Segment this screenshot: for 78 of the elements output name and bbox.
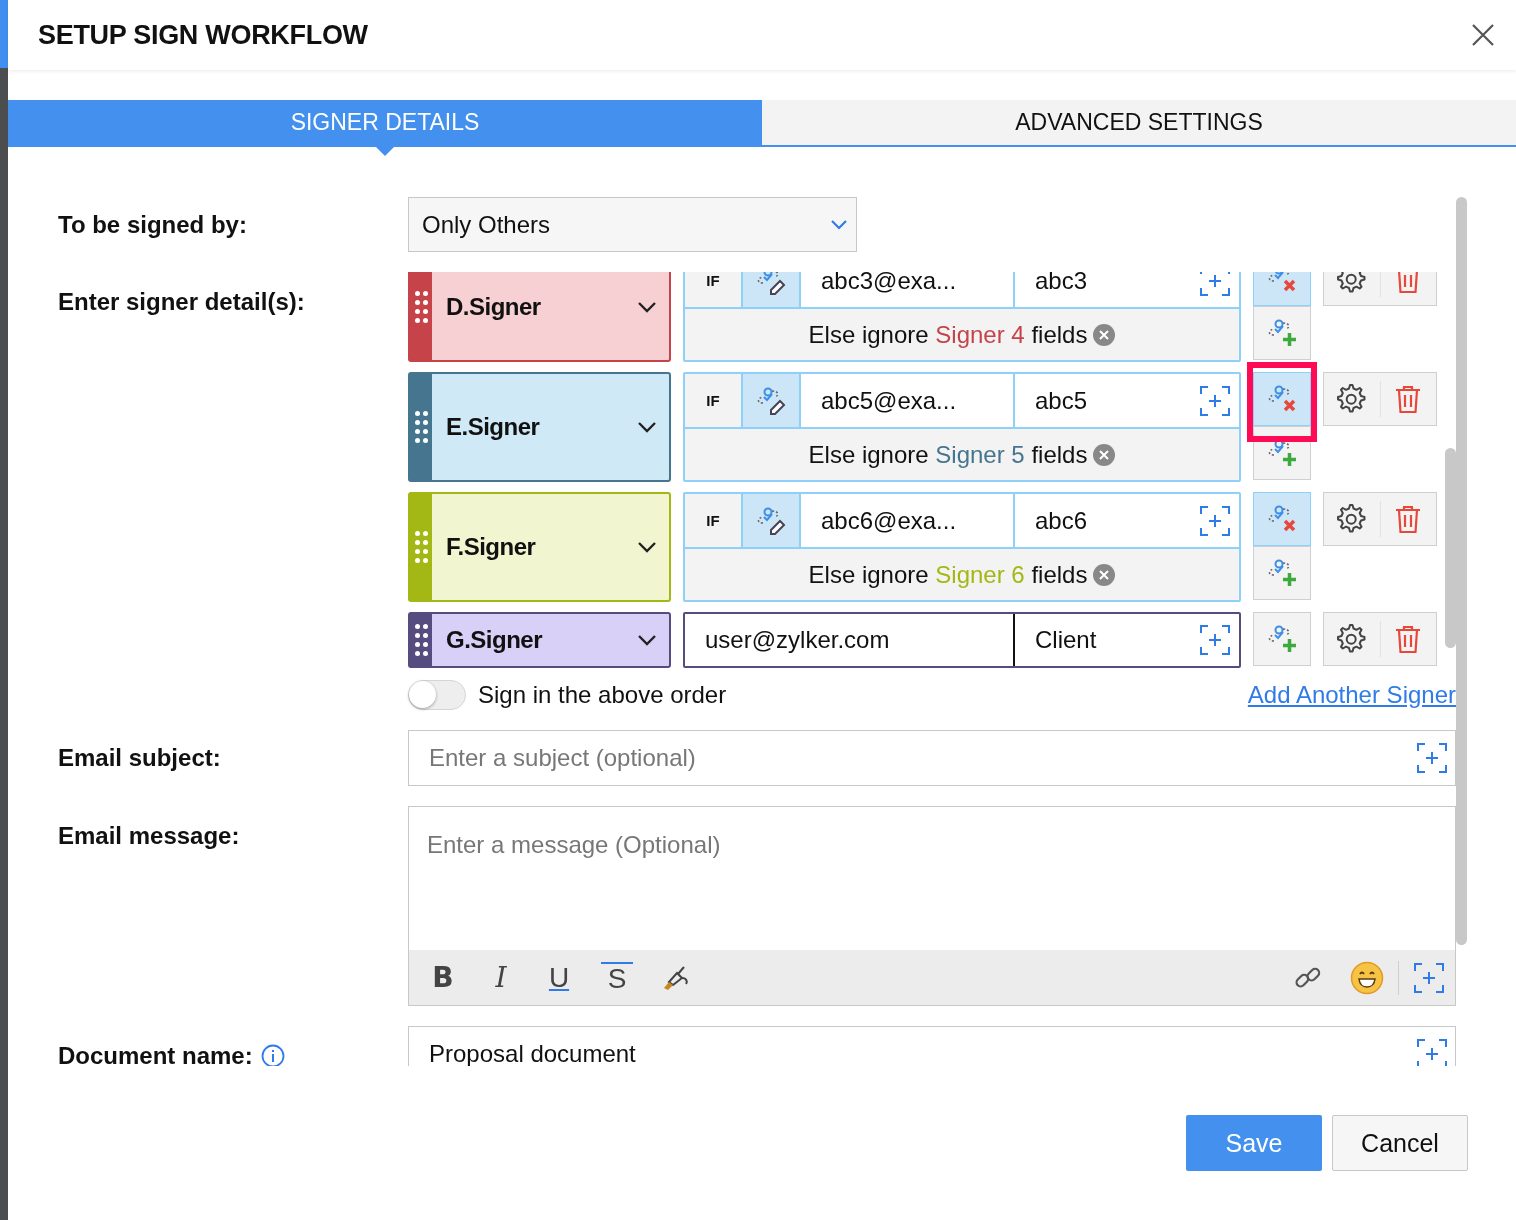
clear-icon[interactable] <box>1093 323 1116 346</box>
insert-field-icon[interactable] <box>1416 1038 1448 1066</box>
field-label: Document name: <box>58 1042 253 1066</box>
checklist-plus-icon <box>1266 624 1298 654</box>
drag-handle-icon[interactable] <box>410 614 432 666</box>
add-signer-link[interactable]: Add Another Signer <box>1247 681 1456 709</box>
name-input[interactable]: abc5 <box>1015 374 1239 427</box>
insert-field-icon[interactable] <box>1416 742 1448 774</box>
message-field[interactable]: Enter a message (Optional) <box>408 806 1456 950</box>
add-condition-button[interactable] <box>1253 546 1311 600</box>
signer-card[interactable]: D.Signer <box>408 272 671 362</box>
insert-field-icon[interactable] <box>1199 384 1231 417</box>
if-label: IF <box>685 374 743 427</box>
if-label: IF <box>685 272 743 307</box>
signer-name: F.Signer <box>445 533 537 561</box>
chevron-down-icon <box>637 634 657 646</box>
emoji-icon[interactable] <box>1349 960 1384 995</box>
chevron-down-icon <box>637 301 657 313</box>
dialog-title: SETUP SIGN WORKFLOW <box>38 19 368 51</box>
format-button[interactable]: U <box>543 961 575 994</box>
checklist-plus-icon <box>1266 558 1298 588</box>
checklist-pencil-icon <box>755 505 787 536</box>
name-input[interactable]: abc6 <box>1015 494 1239 547</box>
signer-name: G.Signer <box>445 626 544 654</box>
signer-dropdown[interactable]: Only Others <box>408 197 857 252</box>
name-input[interactable]: abc3 <box>1015 272 1239 307</box>
signer-name: D.Signer <box>445 293 542 321</box>
checklist-x-icon <box>1266 272 1298 294</box>
remove-condition-button[interactable] <box>1253 372 1311 426</box>
close-icon[interactable] <box>1470 22 1496 48</box>
signer-card[interactable]: F.Signer <box>408 492 671 602</box>
email-input[interactable]: abc6@exa... <box>801 494 1015 547</box>
condition-button[interactable] <box>743 374 801 427</box>
checklist-pencil-icon <box>755 272 787 296</box>
drag-handle-icon[interactable] <box>410 374 432 480</box>
scrollbar-thumb[interactable] <box>1445 448 1456 648</box>
remove-condition-button[interactable] <box>1253 492 1311 546</box>
checklist-x-icon <box>1266 504 1298 534</box>
format-button[interactable]: I <box>485 961 517 994</box>
drag-handle-icon[interactable] <box>410 272 432 360</box>
format-button[interactable]: S <box>601 962 633 993</box>
toggle-label: Sign in the above order <box>478 681 728 709</box>
checklist-x-icon <box>1266 384 1298 414</box>
tab[interactable]: ADVANCED SETTINGS <box>762 100 1516 147</box>
email-input[interactable]: abc5@exa... <box>801 374 1015 427</box>
chevron-down-icon <box>637 541 657 553</box>
signer-card[interactable]: G.Signer <box>408 612 671 668</box>
format-button[interactable]: B <box>427 961 459 994</box>
chevron-down-icon <box>637 421 657 433</box>
subject-field[interactable]: Enter a subject (optional) <box>408 730 1456 786</box>
insert-field-icon[interactable] <box>1413 961 1445 994</box>
if-label: IF <box>685 494 743 547</box>
field-label: Email message: <box>58 822 240 850</box>
insert-field-icon[interactable] <box>1199 504 1231 537</box>
field-label: Email subject: <box>58 744 221 772</box>
add-condition-button[interactable] <box>1253 306 1311 360</box>
toggle-switch[interactable] <box>408 680 466 710</box>
cancel-button[interactable]: Cancel <box>1332 1115 1468 1171</box>
email-input[interactable]: abc3@exa... <box>801 272 1015 307</box>
condition-button[interactable] <box>743 494 801 547</box>
field-label: To be signed by: <box>58 210 247 239</box>
clear-icon[interactable] <box>1093 563 1116 586</box>
insert-field-icon[interactable] <box>1199 272 1231 297</box>
checklist-plus-icon <box>1266 318 1298 348</box>
add-condition-button[interactable] <box>1253 612 1311 666</box>
field-label: Enter signer detail(s): <box>58 288 305 316</box>
scrollbar-thumb[interactable] <box>1456 197 1467 945</box>
clear-icon[interactable] <box>1093 443 1116 466</box>
drag-handle-icon[interactable] <box>410 494 432 600</box>
signer-name: E.Signer <box>445 413 541 441</box>
checklist-pencil-icon <box>755 385 787 416</box>
signer-card[interactable]: E.Signer <box>408 372 671 482</box>
else-ignore-text: Else ignore Signer 5 fields <box>808 440 1088 469</box>
else-ignore-text: Else ignore Signer 6 fields <box>808 560 1088 589</box>
tab-pointer <box>374 145 396 156</box>
chevron-down-icon <box>830 218 848 231</box>
info-icon[interactable] <box>260 1044 285 1066</box>
else-ignore-text: Else ignore Signer 4 fields <box>808 320 1088 349</box>
